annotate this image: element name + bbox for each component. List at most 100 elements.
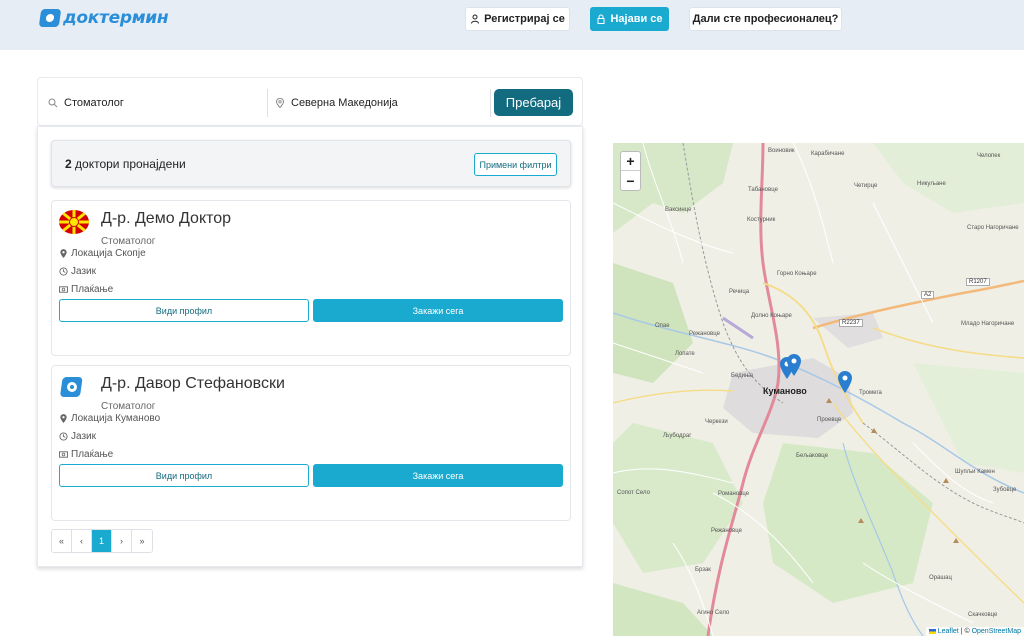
map-label: Орашац bbox=[929, 575, 952, 581]
map-label: Лопате bbox=[675, 351, 695, 357]
map[interactable]: + − Воиновик Карабичане Челопек Табановц… bbox=[613, 143, 1024, 636]
pagination-current[interactable]: 1 bbox=[92, 530, 112, 552]
doctor-card: Д-р. Давор Стефановски Стоматолог Локаци… bbox=[51, 365, 571, 521]
map-label: Челопек bbox=[977, 153, 1001, 159]
avatar[interactable] bbox=[59, 375, 89, 399]
register-button[interactable]: Регистрирај се bbox=[465, 7, 570, 31]
map-label: Горно Коњаре bbox=[777, 271, 817, 277]
map-zoom-control: + − bbox=[620, 151, 641, 191]
clock-icon bbox=[59, 267, 68, 276]
doktermin-logo-icon bbox=[60, 377, 83, 397]
results-count-suffix: доктори пронајдени bbox=[75, 157, 186, 171]
map-label: Агино Село bbox=[697, 610, 730, 616]
money-icon bbox=[59, 451, 68, 458]
search-divider bbox=[490, 89, 491, 117]
doctor-specialty: Стоматолог bbox=[101, 236, 156, 247]
ukraine-flag-icon bbox=[928, 628, 936, 634]
map-tiles bbox=[613, 143, 1024, 636]
map-label: Карабичане bbox=[811, 151, 845, 157]
location-pin-icon bbox=[275, 98, 285, 108]
map-city-label: Куманово bbox=[763, 386, 807, 396]
map-label: Никуљане bbox=[917, 181, 946, 187]
login-label: Најави се bbox=[610, 13, 663, 25]
doctor-payment-text: Плаќање bbox=[71, 449, 114, 460]
road-badge: R2237 bbox=[839, 319, 863, 327]
north-macedonia-flag-icon bbox=[59, 210, 89, 234]
map-marker-icon[interactable] bbox=[787, 354, 801, 376]
view-profile-button[interactable]: Види профил bbox=[59, 464, 309, 487]
map-label: Младо Нагоричане bbox=[961, 321, 1015, 327]
map-label: Воиновик bbox=[768, 148, 795, 154]
map-label: Табановце bbox=[748, 187, 778, 193]
doctor-payment: Плаќање bbox=[59, 449, 113, 460]
professional-button[interactable]: Дали сте професионалец? bbox=[689, 7, 842, 31]
doctor-payment-text: Плаќање bbox=[71, 284, 114, 295]
doctor-language: Јазик bbox=[59, 431, 96, 442]
map-label: Бељаковце bbox=[796, 453, 828, 459]
user-icon bbox=[471, 14, 480, 24]
map-label: Костурник bbox=[747, 217, 776, 223]
road-badge: A2 bbox=[921, 291, 935, 299]
doctor-payment: Плаќање bbox=[59, 284, 113, 295]
results-count-text: 2 доктори пронајдени bbox=[65, 157, 186, 171]
map-label: Шупљи Камен bbox=[955, 469, 995, 475]
road-badge: R1207 bbox=[966, 278, 990, 286]
top-header: доктермин Регистрирај се Најави се Дали … bbox=[0, 0, 1024, 50]
zoom-out-button[interactable]: − bbox=[621, 171, 640, 190]
location-input[interactable] bbox=[291, 97, 471, 109]
doctor-location: Локација Скопје bbox=[59, 248, 146, 259]
results-count-box: 2 доктори пронајдени Примени филтри bbox=[51, 140, 571, 187]
map-marker-icon[interactable] bbox=[838, 371, 852, 393]
pagination-prev[interactable]: ‹ bbox=[72, 530, 92, 552]
map-label: Речица bbox=[729, 289, 750, 295]
book-now-button[interactable]: Закажи сега bbox=[313, 299, 563, 322]
map-label: Зубовце bbox=[993, 487, 1017, 493]
book-now-button[interactable]: Закажи сега bbox=[313, 464, 563, 487]
map-label: Романовце bbox=[718, 491, 750, 497]
zoom-in-button[interactable]: + bbox=[621, 152, 640, 171]
professional-label: Дали сте професионалец? bbox=[692, 13, 839, 25]
doctor-card: Д-р. Демо Доктор Стоматолог Локација Ско… bbox=[51, 200, 571, 356]
doctor-name[interactable]: Д-р. Давор Стефановски bbox=[101, 375, 285, 393]
clock-icon bbox=[59, 432, 68, 441]
map-label: Черкези bbox=[705, 419, 728, 425]
attribution-sep: | © bbox=[958, 628, 972, 635]
map-label: Тромега bbox=[859, 390, 882, 396]
doctor-location: Локација Куманово bbox=[59, 413, 160, 424]
map-label: Проевце bbox=[817, 417, 842, 423]
register-label: Регистрирај се bbox=[484, 13, 565, 25]
results-panel: 2 доктори пронајдени Примени филтри Д-р.… bbox=[37, 126, 583, 567]
doctor-language-text: Јазик bbox=[71, 266, 96, 277]
apply-filters-button[interactable]: Примени филтри bbox=[474, 153, 557, 176]
search-bar: Пребарај bbox=[37, 77, 583, 126]
map-label: Бедиње bbox=[731, 373, 754, 379]
map-label: Ваксинце bbox=[665, 207, 692, 213]
pagination: « ‹ 1 › » bbox=[51, 529, 153, 553]
map-label: Четирце bbox=[854, 183, 878, 189]
results-count: 2 bbox=[65, 157, 72, 171]
doctor-name[interactable]: Д-р. Демо Доктор bbox=[101, 210, 231, 228]
specialty-field[interactable] bbox=[48, 90, 266, 116]
pagination-first[interactable]: « bbox=[52, 530, 72, 552]
specialty-input[interactable] bbox=[64, 97, 244, 109]
location-field[interactable] bbox=[275, 90, 489, 116]
doctor-language: Јазик bbox=[59, 266, 96, 277]
pagination-next[interactable]: › bbox=[112, 530, 132, 552]
map-label: Опае bbox=[655, 323, 670, 329]
pagination-last[interactable]: » bbox=[132, 530, 152, 552]
map-label: Сопот Село bbox=[617, 490, 650, 496]
map-marker-icon bbox=[60, 414, 67, 423]
doktermin-logo[interactable]: доктермин bbox=[38, 8, 169, 28]
search-button[interactable]: Пребарај bbox=[494, 89, 573, 116]
avatar[interactable] bbox=[59, 210, 89, 234]
search-icon bbox=[48, 98, 58, 108]
lock-icon bbox=[597, 14, 605, 24]
login-button[interactable]: Најави се bbox=[590, 7, 669, 31]
leaflet-link[interactable]: Leaflet bbox=[938, 628, 959, 635]
money-icon bbox=[59, 286, 68, 293]
doctor-language-text: Јазик bbox=[71, 431, 96, 442]
osm-link[interactable]: OpenStreetMap bbox=[972, 628, 1021, 635]
view-profile-button[interactable]: Види профил bbox=[59, 299, 309, 322]
map-label: Режановце bbox=[689, 331, 720, 337]
map-label: Скачковце bbox=[968, 612, 998, 618]
